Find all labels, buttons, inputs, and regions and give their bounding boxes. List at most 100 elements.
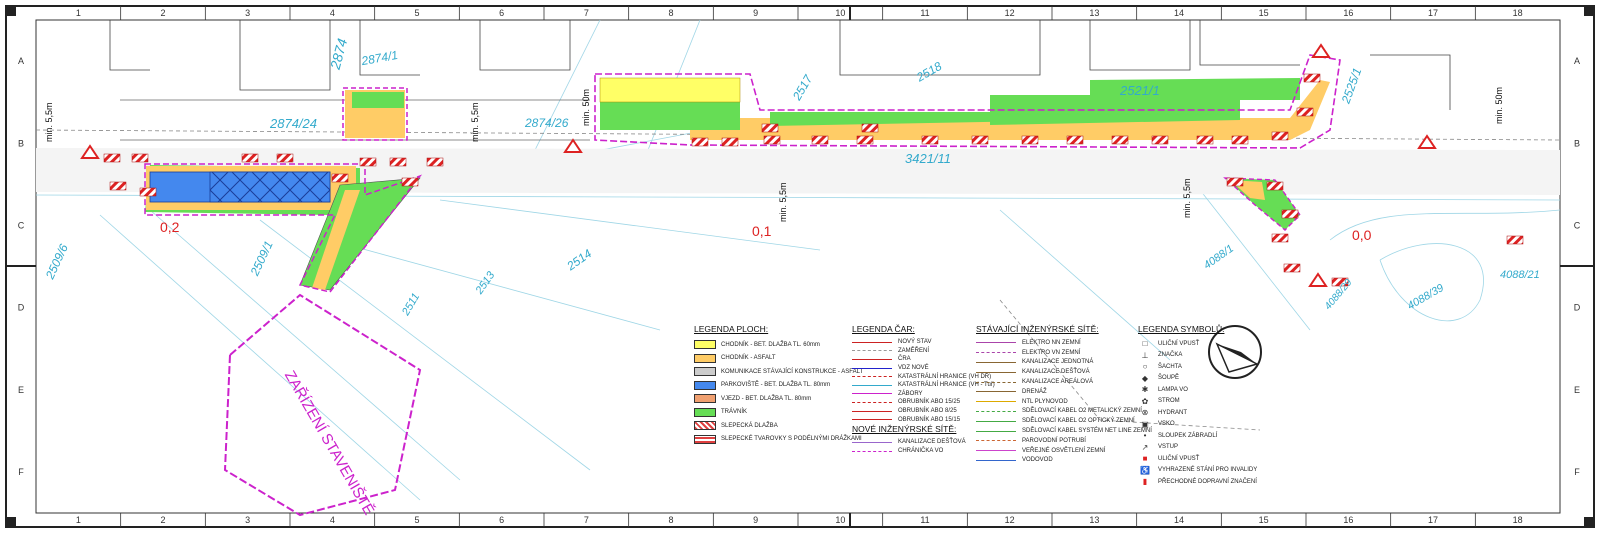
grid-row-label: B xyxy=(1574,138,1580,148)
tactile-paving xyxy=(109,181,127,191)
legend-line-item: PAROVODNÍ POTRUBÍ xyxy=(976,436,1136,446)
lawn-block xyxy=(352,92,404,108)
parking-area-hatched xyxy=(209,171,331,203)
grid-column-label: 2 xyxy=(160,515,165,525)
legend-symbol-item: ▮ PŘECHODNÉ DOPRAVNÍ ZNAČENÍ xyxy=(1138,476,1258,488)
parcel-number: 2511 xyxy=(400,291,423,318)
legend-line-sample xyxy=(976,440,1016,442)
grid-row-label: D xyxy=(1574,303,1581,313)
legend-label: VSTUP xyxy=(1158,444,1179,451)
legend-line-item: SDĚLOVACÍ KABEL O2 METALICKÝ ZEMNÍ xyxy=(976,407,1142,417)
grid-column-label: 13 xyxy=(1089,8,1099,18)
legend-area-item: TRÁVNÍK xyxy=(694,406,844,420)
tactile-paving xyxy=(1303,73,1321,83)
legend-line-sample xyxy=(852,401,892,403)
dimension-label: min. 50m xyxy=(1494,87,1504,124)
legend-label: ULIČNÍ VPUSŤ xyxy=(1158,340,1200,347)
legend-label: KOMUNIKACE STÁVAJÍCÍ KONSTRUKCE - ASFALT xyxy=(721,368,864,375)
grid-row-label: F xyxy=(1574,467,1580,477)
legend-symbol-icon: ↗ xyxy=(1141,442,1149,452)
grid-column-label: 5 xyxy=(414,8,419,18)
legend-label: PAROVODNÍ POTRUBÍ xyxy=(1022,437,1086,444)
parcel-number: 2874/24 xyxy=(269,116,317,131)
parcel-number: 2874/1 xyxy=(359,48,399,68)
legend-swatch xyxy=(694,394,716,404)
dimension-label: min. 50m xyxy=(581,89,591,126)
grid-column-label: 11 xyxy=(920,8,929,18)
grid-row-label: A xyxy=(1574,56,1580,66)
legend-symbol-icon: □ xyxy=(1142,339,1148,349)
legend-symbol-icon: ◆ xyxy=(1141,373,1149,383)
legend-areas: LEGENDA PLOCH: CHODNÍK - BET. DLAŽBA TL.… xyxy=(694,324,863,446)
grid-column-label: 4 xyxy=(330,515,335,525)
legend-existing-networks-title: STÁVAJÍCÍ INŽENÝRSKÉ SÍTĚ: xyxy=(976,324,1099,334)
legend-area-item: VJEZD - BET. DLAŽBA TL. 80mm xyxy=(694,392,844,406)
tactile-paving xyxy=(1271,131,1289,141)
legend-symbol-icon: ✿ xyxy=(1141,396,1149,406)
grid-row-label: F xyxy=(18,467,24,477)
legend-area-item: CHODNÍK - ASFALT xyxy=(694,352,844,366)
tactile-paving xyxy=(103,153,121,163)
grid-column-label: 14 xyxy=(1174,8,1184,18)
legend-area-item: CHODNÍK - BET. DLAŽBA TL. 60mm xyxy=(694,338,844,352)
grid-column-label: 2 xyxy=(160,8,165,18)
grid-column-label: 8 xyxy=(668,8,673,18)
legend-symbol-item: ■ ULIČNÍ VPUSŤ xyxy=(1138,453,1258,465)
legend-symbols-title: LEGENDA SYMBOLŮ: xyxy=(1138,324,1225,334)
legend-line-sample xyxy=(976,430,1016,432)
legend-label: ČRA xyxy=(898,356,911,363)
tactile-paving xyxy=(1196,135,1214,145)
corner-mark xyxy=(1584,517,1594,527)
legend-label: ELEKTRO NN ZEMNÍ xyxy=(1022,339,1081,346)
parcel-number: 2517 xyxy=(789,71,816,103)
site-plan-drawing: 1122334455667788991010111112121313141415… xyxy=(5,5,1595,528)
legend-swatch xyxy=(694,353,716,363)
grid-column-label: 3 xyxy=(245,8,250,18)
legend-label: KANALIZACE DEŠŤOVÁ xyxy=(1022,369,1090,376)
legend-label: ULIČNÍ VPUSŤ xyxy=(1158,455,1200,462)
legend-swatch xyxy=(694,407,716,417)
grid-column-label: 9 xyxy=(753,515,758,525)
height-label: 0,0 xyxy=(1352,227,1372,243)
legend-line-sample xyxy=(976,410,1016,412)
tactile-paving xyxy=(1111,135,1129,145)
legend-line-item: OBRUBNÍK ABO 15/25 xyxy=(852,398,972,407)
tactile-paving xyxy=(389,157,407,167)
parcel-number: 2518 xyxy=(913,59,944,85)
grid-column-label: 11 xyxy=(920,515,929,525)
legend-label: DRENÁŽ xyxy=(1022,388,1047,395)
legend-symbol-item: ⊥ ZNAČKA xyxy=(1138,350,1258,362)
height-label: 0,1 xyxy=(752,223,772,239)
tactile-paving xyxy=(761,123,779,133)
legend-line-item: SDĚLOVACÍ KABEL O2 OPTICKÝ ZEMNÍ xyxy=(976,416,1136,426)
legend-lines: LEGENDA ČAR: NOVÝ STAV ZAMĚŘENÍ ČRA VDZ NOV… xyxy=(852,324,995,456)
legend-area-item: KOMUNIKACE STÁVAJÍCÍ KONSTRUKCE - ASFALT xyxy=(694,365,863,379)
parcel-number: 2525/1 xyxy=(1338,66,1364,106)
tactile-paving xyxy=(139,187,157,197)
grid-column-label: 6 xyxy=(499,515,504,525)
legend-line-item: SDĚLOVACÍ KABEL SYSTÉM NET LINE ZEMNÍ xyxy=(976,426,1152,436)
legend-symbol-icon: ⊗ xyxy=(1141,408,1149,418)
tactile-paving xyxy=(131,153,149,163)
legend-line-sample xyxy=(976,420,1016,422)
legend-label: VODOVOD xyxy=(1022,457,1053,464)
legend-swatch xyxy=(694,367,716,377)
parcel-number: 3421/11 xyxy=(905,151,951,166)
grid-column-label: 17 xyxy=(1428,515,1438,525)
legend-line-item: OBRUBNÍK ABO 8/25 xyxy=(852,407,972,416)
parcel-number: 4088/1 xyxy=(1202,243,1236,272)
legend-symbol-icon: ✱ xyxy=(1141,385,1149,395)
legend-line-item: NTL PLYNOVOD xyxy=(976,397,1136,407)
parcel-number: 2874/26 xyxy=(524,116,569,130)
parcel-number: 2514 xyxy=(563,246,594,274)
tactile-paving xyxy=(1296,107,1314,117)
legend-label: KANALIZACE JEDNOTNÁ xyxy=(1022,359,1094,366)
tactile-paving xyxy=(1226,177,1244,187)
grid-column-label: 1 xyxy=(76,515,81,525)
legend-symbol-item: ↗ VSTUP xyxy=(1138,442,1258,454)
legend-label: VEŘEJNÉ OSVĚTLENÍ ZEMNÍ xyxy=(1022,447,1106,454)
legend-swatch xyxy=(694,340,716,350)
grid-column-label: 9 xyxy=(753,8,758,18)
legend-label: NTL PLYNOVOD xyxy=(1022,398,1068,405)
tactile-paving xyxy=(861,123,879,133)
